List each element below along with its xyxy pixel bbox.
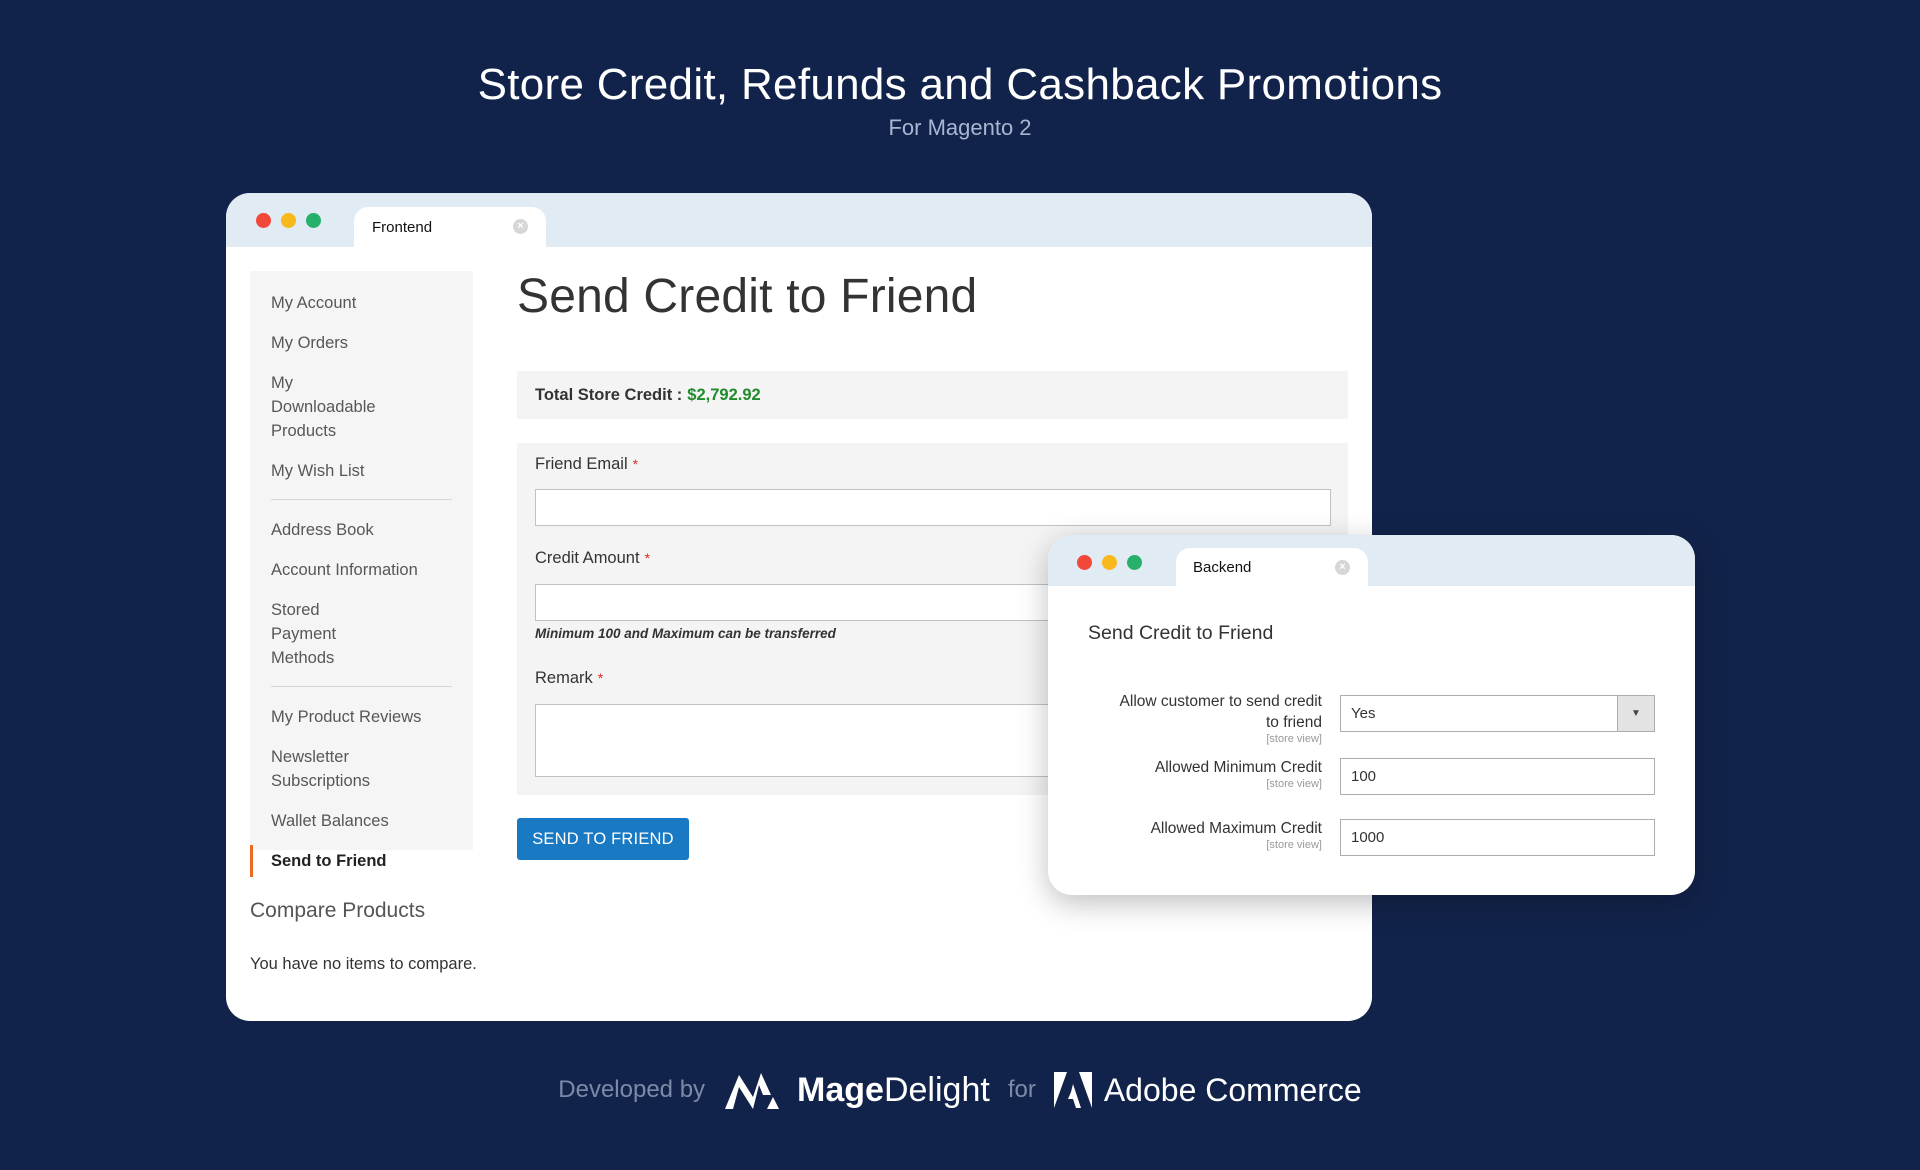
hero-subtitle: For Magento 2 — [888, 115, 1032, 140]
page-title: Send Credit to Friend — [517, 270, 978, 323]
tab-label: Backend — [1193, 558, 1252, 576]
footer-branding: Developed by MageDelight for Adobe Comme… — [0, 1065, 1920, 1115]
developed-by-text: Developed by — [558, 1076, 706, 1103]
sidebar-divider — [271, 686, 452, 687]
sidebar-divider — [271, 499, 452, 500]
sidebar-item-stored-payment-methods[interactable]: Stored Payment Methods — [250, 598, 410, 670]
send-to-friend-button[interactable]: SEND TO FRIEND — [517, 818, 689, 860]
minimize-window-dot[interactable] — [281, 213, 296, 228]
maximize-window-dot[interactable] — [1127, 555, 1142, 570]
maximize-window-dot[interactable] — [306, 213, 321, 228]
scope-label: [store view] — [1266, 839, 1322, 851]
required-asterisk: * — [632, 456, 639, 472]
required-asterisk: * — [597, 670, 604, 686]
account-sidebar: My Account My Orders My Downloadable Pro… — [250, 271, 473, 877]
max-credit-label-text: Allowed Maximum Credit — [1150, 820, 1322, 837]
sidebar-item-newsletter-subscriptions[interactable]: Newsletter Subscriptions — [250, 745, 400, 793]
allow-send-credit-label-line1: Allow customer to send credit — [1119, 693, 1322, 710]
friend-email-input[interactable] — [535, 489, 1331, 526]
min-credit-label: Allowed Minimum Credit [store view] — [1155, 757, 1322, 791]
allow-send-credit-select[interactable]: Yes ▼ — [1340, 695, 1655, 732]
adobe-logo-icon — [1053, 1072, 1092, 1108]
magedelight-wordmark: MageDelight — [797, 1071, 990, 1110]
sidebar-item-wish-list[interactable]: My Wish List — [250, 459, 473, 483]
compare-empty-text: You have no items to compare. — [250, 955, 477, 973]
remark-label: Remark * — [535, 669, 603, 688]
window-controls — [256, 213, 321, 228]
max-credit-label: Allowed Maximum Credit [store view] — [1151, 818, 1322, 852]
sidebar-item-my-orders[interactable]: My Orders — [250, 331, 473, 355]
backend-window: Backend × Send Credit to Friend Allow cu… — [1048, 535, 1695, 895]
friend-email-label: Friend Email * — [535, 455, 638, 474]
total-store-credit: Total Store Credit : $2,792.92 — [517, 371, 1348, 419]
credit-amount-label-text: Credit Amount — [535, 549, 640, 567]
close-window-dot[interactable] — [1077, 555, 1092, 570]
scope-label: [store view] — [1266, 778, 1322, 790]
sidebar-item-wallet-balances[interactable]: Wallet Balances — [250, 809, 473, 833]
for-text: for — [1007, 1076, 1036, 1103]
allow-send-credit-value: Yes — [1351, 705, 1376, 722]
total-credit-value: $2,792.92 — [687, 385, 761, 404]
minimize-window-dot[interactable] — [1102, 555, 1117, 570]
tab-backend[interactable]: Backend × — [1176, 548, 1368, 586]
required-asterisk: * — [644, 550, 651, 566]
hero-title: Store Credit, Refunds and Cashback Promo… — [477, 60, 1443, 109]
tab-label: Frontend — [372, 218, 433, 236]
scope-label: [store view] — [1266, 733, 1322, 745]
backend-section-title: Send Credit to Friend — [1088, 622, 1274, 644]
sidebar-item-account-information[interactable]: Account Information — [250, 558, 473, 582]
brand-bold: Mage — [797, 1070, 884, 1109]
magedelight-logo-icon — [725, 1073, 780, 1109]
sidebar-item-my-account[interactable]: My Account — [250, 291, 473, 315]
friend-email-label-text: Friend Email — [535, 455, 628, 473]
credit-amount-note: Minimum 100 and Maximum can be transferr… — [535, 626, 836, 641]
min-credit-label-text: Allowed Minimum Credit — [1154, 759, 1322, 776]
max-credit-input[interactable] — [1340, 819, 1655, 856]
total-credit-label: Total Store Credit : — [535, 385, 683, 404]
chevron-down-icon[interactable]: ▼ — [1617, 696, 1654, 731]
credit-amount-label: Credit Amount * — [535, 549, 650, 568]
brand-light: Delight — [883, 1070, 990, 1109]
sidebar-item-address-book[interactable]: Address Book — [250, 518, 473, 542]
sidebar-item-downloadable-products[interactable]: My Downloadable Products — [250, 371, 420, 443]
close-tab-icon[interactable]: × — [1335, 560, 1350, 575]
window-controls — [1077, 555, 1142, 570]
backend-titlebar: Backend × — [1048, 535, 1695, 586]
sidebar-item-product-reviews[interactable]: My Product Reviews — [250, 705, 473, 729]
allow-send-credit-label-line2: to friend — [1265, 714, 1322, 731]
close-window-dot[interactable] — [256, 213, 271, 228]
close-tab-icon[interactable]: × — [513, 219, 528, 234]
frontend-titlebar: Frontend × — [226, 193, 1372, 247]
tab-frontend[interactable]: Frontend × — [354, 207, 546, 247]
remark-label-text: Remark — [535, 669, 593, 687]
allow-send-credit-label: Allow customer to send credit to friend … — [1120, 691, 1322, 746]
adobe-commerce-wordmark: Adobe Commerce — [1103, 1071, 1362, 1108]
compare-products-title: Compare Products — [250, 899, 426, 922]
min-credit-input[interactable] — [1340, 758, 1655, 795]
sidebar-item-send-to-friend[interactable]: Send to Friend — [250, 845, 473, 877]
